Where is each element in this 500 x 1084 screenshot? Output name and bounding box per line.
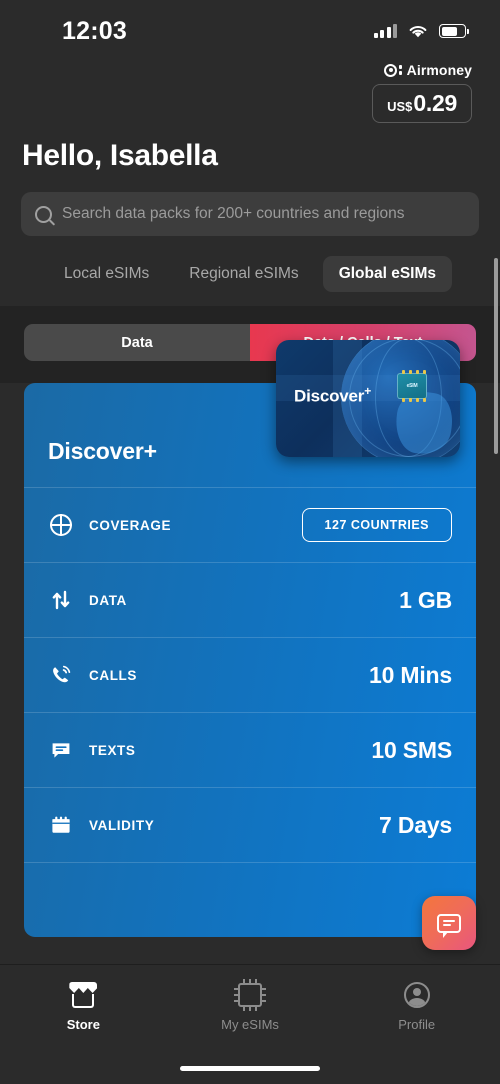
message-icon bbox=[48, 737, 74, 763]
sim-chip-icon bbox=[234, 979, 266, 1011]
row-label-coverage: COVERAGE bbox=[89, 517, 172, 533]
row-label-texts: TEXTS bbox=[89, 742, 136, 758]
chat-support-button[interactable] bbox=[422, 896, 476, 950]
nav-item-my-esims[interactable]: My eSIMs bbox=[167, 979, 334, 1032]
home-indicator bbox=[180, 1066, 320, 1071]
tab-regional-esims[interactable]: Regional eSIMs bbox=[173, 256, 314, 292]
page-title: Hello, Isabella bbox=[22, 139, 218, 172]
thumbnail-title-text: Discover bbox=[294, 386, 365, 406]
row-left-coverage: COVERAGE bbox=[48, 512, 302, 538]
plan-card-area: Discover+ eSIM Discover+ COVERAGE 127 CO… bbox=[0, 340, 500, 937]
cellular-signal-icon bbox=[373, 24, 397, 38]
battery-icon bbox=[439, 24, 469, 38]
esim-chip-label: eSIM bbox=[406, 383, 418, 389]
airmoney-currency: US$ bbox=[387, 99, 413, 114]
plan-thumbnail: Discover+ eSIM bbox=[276, 340, 460, 457]
row-label-validity: VALIDITY bbox=[89, 817, 155, 833]
nav-label-profile: Profile bbox=[398, 1017, 436, 1032]
chat-bubble-icon bbox=[437, 913, 461, 938]
status-icons bbox=[373, 24, 469, 39]
plan-card[interactable]: Discover+ COVERAGE 127 COUNTRIES DATA 1 … bbox=[24, 383, 476, 937]
plan-row-validity: VALIDITY 7 Days bbox=[24, 787, 476, 862]
nav-label-my-esims: My eSIMs bbox=[221, 1017, 279, 1032]
coverage-badge[interactable]: 127 COUNTRIES bbox=[301, 508, 452, 542]
airmoney-header: Airmoney bbox=[384, 62, 472, 78]
search-icon bbox=[35, 205, 52, 223]
airmoney-amount: 0.29 bbox=[413, 90, 457, 116]
page-scrollbar[interactable] bbox=[494, 258, 498, 454]
thumbnail-title: Discover+ bbox=[294, 384, 371, 407]
globe-icon bbox=[48, 512, 74, 538]
nav-label-store: Store bbox=[66, 1017, 100, 1032]
status-time: 12:03 bbox=[62, 16, 127, 45]
row-value-texts: 10 SMS bbox=[371, 736, 452, 763]
search-input[interactable]: Search data packs for 200+ countries and… bbox=[21, 192, 479, 236]
plan-row-next bbox=[24, 862, 476, 937]
plan-row-coverage: COVERAGE 127 COUNTRIES bbox=[24, 487, 476, 562]
airmoney-balance-pill[interactable]: US$ 0.29 bbox=[372, 84, 472, 123]
row-label-calls: CALLS bbox=[89, 667, 137, 683]
airmoney-coin-icon bbox=[384, 63, 402, 77]
segment-data[interactable]: Data bbox=[24, 324, 250, 361]
data-arrows-icon bbox=[48, 587, 74, 613]
storefront-icon bbox=[69, 981, 98, 1009]
row-label-data: DATA bbox=[89, 592, 127, 608]
wifi-icon bbox=[409, 25, 427, 37]
row-left-data: DATA bbox=[48, 587, 399, 613]
category-tabs: Local eSIMs Regional eSIMs Global eSIMs bbox=[0, 236, 500, 306]
airmoney-widget[interactable]: Airmoney US$ 0.29 bbox=[0, 62, 500, 123]
plan-row-data: DATA 1 GB bbox=[24, 562, 476, 637]
tab-global-esims[interactable]: Global eSIMs bbox=[322, 256, 453, 292]
row-left-calls: CALLS bbox=[48, 662, 369, 688]
bottom-navigation: Store My eSIMs Profile bbox=[0, 964, 500, 1084]
calendar-icon bbox=[48, 812, 74, 838]
phone-icon bbox=[48, 662, 74, 688]
status-bar: 12:03 bbox=[0, 0, 500, 62]
row-left-texts: TEXTS bbox=[48, 737, 371, 763]
esim-chip-icon: eSIM bbox=[397, 370, 427, 402]
row-left-validity: VALIDITY bbox=[48, 812, 379, 838]
nav-item-store[interactable]: Store bbox=[0, 981, 167, 1032]
row-value-calls: 10 Mins bbox=[369, 661, 452, 688]
airmoney-label: Airmoney bbox=[406, 62, 472, 78]
plan-title: Discover+ bbox=[48, 438, 157, 464]
plan-row-texts: TEXTS 10 SMS bbox=[24, 712, 476, 787]
avatar-icon bbox=[403, 981, 430, 1009]
tab-local-esims[interactable]: Local eSIMs bbox=[48, 256, 165, 292]
nav-item-profile[interactable]: Profile bbox=[333, 981, 500, 1032]
plan-row-calls: CALLS 10 Mins bbox=[24, 637, 476, 712]
row-value-validity: 7 Days bbox=[379, 811, 452, 838]
row-value-data: 1 GB bbox=[399, 586, 452, 613]
thumbnail-title-plus: + bbox=[364, 384, 372, 398]
search-placeholder: Search data packs for 200+ countries and… bbox=[62, 205, 405, 222]
